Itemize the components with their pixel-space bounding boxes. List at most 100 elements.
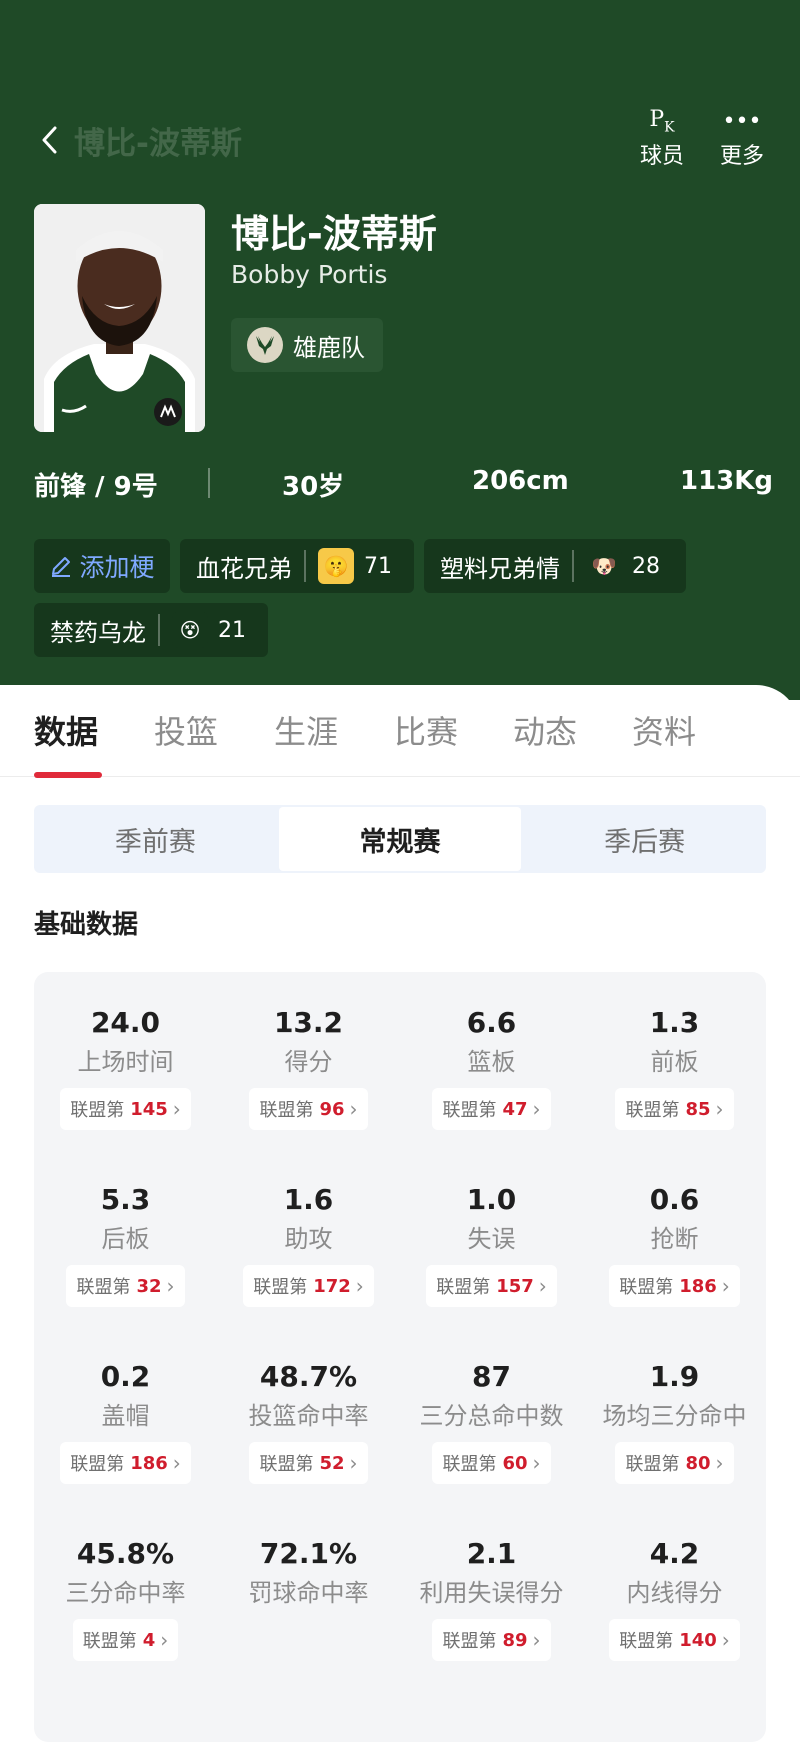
stat-cell: 1.3 前板 联盟第 85 › [583,1004,766,1130]
season-preseason[interactable]: 季前赛 [34,805,277,873]
rank-number: 52 [319,1452,345,1474]
stat-label: 助攻 [284,1225,333,1253]
league-rank-button[interactable]: 联盟第 89 › [432,1619,551,1661]
tag-count: 21 [218,617,246,643]
tag-divider [304,550,306,582]
stat-value: 45.8% [76,1537,175,1570]
rank-prefix: 联盟第 [259,1100,314,1121]
tab-active-indicator [34,772,102,778]
chevron-right-icon: › [355,1274,364,1298]
tag-count: 28 [632,553,660,579]
pencil-icon [52,557,71,577]
league-rank-button[interactable]: 联盟第 96 › [249,1088,368,1130]
rank-number: 32 [136,1275,162,1297]
rank-prefix: 联盟第 [259,1454,314,1475]
player-age: 30岁 [282,472,345,502]
content-panel: 数据 投篮 生涯 比赛 动态 资料 季前赛 常规赛 季后赛 基础数据 24.0 上… [0,685,800,1742]
tag-count: 71 [364,553,392,579]
rank-prefix: 联盟第 [442,1631,497,1652]
tag-label: 禁药乌龙 [50,618,146,647]
tag-item[interactable]: 禁药乌龙 😵 21 [34,603,268,657]
player-photo [34,204,205,432]
rank-number: 47 [502,1098,528,1120]
league-rank-button[interactable]: 联盟第 80 › [615,1442,734,1484]
rank-number: 80 [685,1452,711,1474]
season-regular[interactable]: 常规赛 [278,807,522,871]
rank-prefix: 联盟第 [76,1277,131,1298]
stat-value: 72.1% [259,1537,358,1570]
chevron-right-icon: › [349,1451,358,1475]
tag-item[interactable]: 塑料兄弟情 🐶 28 [424,539,686,593]
position-number: 前锋 / 9号 [34,472,158,502]
stat-value: 1.0 [466,1183,517,1216]
stat-label: 投篮命中率 [248,1402,369,1430]
stat-cell: 1.6 助攻联盟第 172 › [217,1181,400,1307]
more-label: 更多 [719,144,764,169]
league-rank-button[interactable]: 联盟第 172 › [243,1265,374,1307]
tab-career[interactable]: 生涯 [274,707,338,753]
player-header: 博比-波蒂斯 PK 球员 ••• 更多 博比-波蒂斯 Bobby Portis [0,0,800,700]
stat-cell: 6.6 篮板 联盟第 47 › [400,1004,583,1130]
add-tag-button[interactable]: 添加梗 [34,539,170,593]
stat-label: 失误 [467,1225,516,1253]
league-rank-button[interactable]: 联盟第 47 › [432,1088,551,1130]
team-chip[interactable]: 雄鹿队 [231,318,383,372]
section-title: 基础数据 [34,910,139,940]
stat-value: 6.6 [466,1006,517,1039]
tag-item[interactable]: 血花兄弟 🤫 71 [180,539,414,593]
stat-cell: 0.6 抢断 联盟第 186 › [583,1181,766,1307]
chevron-right-icon: › [538,1274,547,1298]
league-rank-button[interactable]: 联盟第 32 › [66,1265,185,1307]
nav-title: 博比-波蒂斯 [74,126,242,162]
chevron-right-icon: › [172,1097,181,1121]
more-button[interactable]: ••• 更多 [706,104,778,170]
rank-prefix: 联盟第 [436,1277,491,1298]
rank-prefix: 联盟第 [625,1454,680,1475]
player-name-en: Bobby Portis [231,260,388,289]
stat-cell: 87 三分总命中数 联盟第 60 › [400,1358,583,1484]
rank-prefix: 联盟第 [442,1454,497,1475]
stat-value: 1.6 [283,1183,334,1216]
league-rank-button[interactable]: 联盟第 4 › [72,1619,179,1661]
info-divider [208,468,210,498]
chevron-right-icon: › [166,1274,175,1298]
league-rank-button[interactable]: 联盟第 157 › [426,1265,557,1307]
league-rank-button[interactable]: 联盟第 140 › [609,1619,740,1661]
tag-label: 塑料兄弟情 [440,554,560,583]
league-rank-button[interactable]: 联盟第 85 › [615,1088,734,1130]
stat-cell: 5.3 后板联盟第 32 › [34,1181,217,1307]
stat-label: 场均三分命中 [602,1402,747,1430]
tab-games[interactable]: 比赛 [394,707,458,753]
stat-label: 罚球命中率 [248,1579,369,1607]
back-button[interactable] [36,122,62,158]
tab-data[interactable]: 数据 [34,707,98,753]
chevron-right-icon: › [349,1097,358,1121]
pk-button[interactable]: PK 球员 [626,104,698,170]
league-rank-button[interactable]: 联盟第 52 › [249,1442,368,1484]
league-rank-button[interactable]: 联盟第 186 › [609,1265,740,1307]
rank-prefix: 联盟第 [70,1454,125,1475]
stat-value: 5.3 [100,1183,151,1216]
stat-value: 1.9 [649,1360,700,1393]
season-playoffs[interactable]: 季后赛 [523,805,766,873]
tab-news[interactable]: 动态 [513,707,577,753]
season-type-selector: 季前赛 常规赛 季后赛 [34,805,766,873]
stat-cell: 1.9 场均三分命中联盟第 80 › [583,1358,766,1484]
league-rank-button[interactable]: 联盟第 60 › [432,1442,551,1484]
rank-number: 96 [319,1098,345,1120]
tab-profile[interactable]: 资料 [632,707,696,753]
rank-prefix: 联盟第 [70,1100,125,1121]
tab-shooting[interactable]: 投篮 [154,707,218,753]
tab-bar: 数据 投篮 生涯 比赛 动态 资料 [0,685,800,778]
more-dots-icon: ••• [722,108,762,134]
rank-number: 186 [130,1452,168,1474]
stat-label: 抢断 [650,1225,699,1253]
chevron-right-icon: › [715,1097,724,1121]
league-rank-button[interactable]: 联盟第 186 › [60,1442,191,1484]
league-rank-button[interactable]: 联盟第 145 › [60,1088,191,1130]
stat-label: 后板 [101,1225,150,1253]
stat-label: 三分总命中数 [419,1402,564,1430]
rank-number: 140 [679,1629,717,1651]
chevron-right-icon: › [172,1451,181,1475]
player-info-row: 前锋 / 9号 30岁 206cm 113Kg [0,462,800,502]
